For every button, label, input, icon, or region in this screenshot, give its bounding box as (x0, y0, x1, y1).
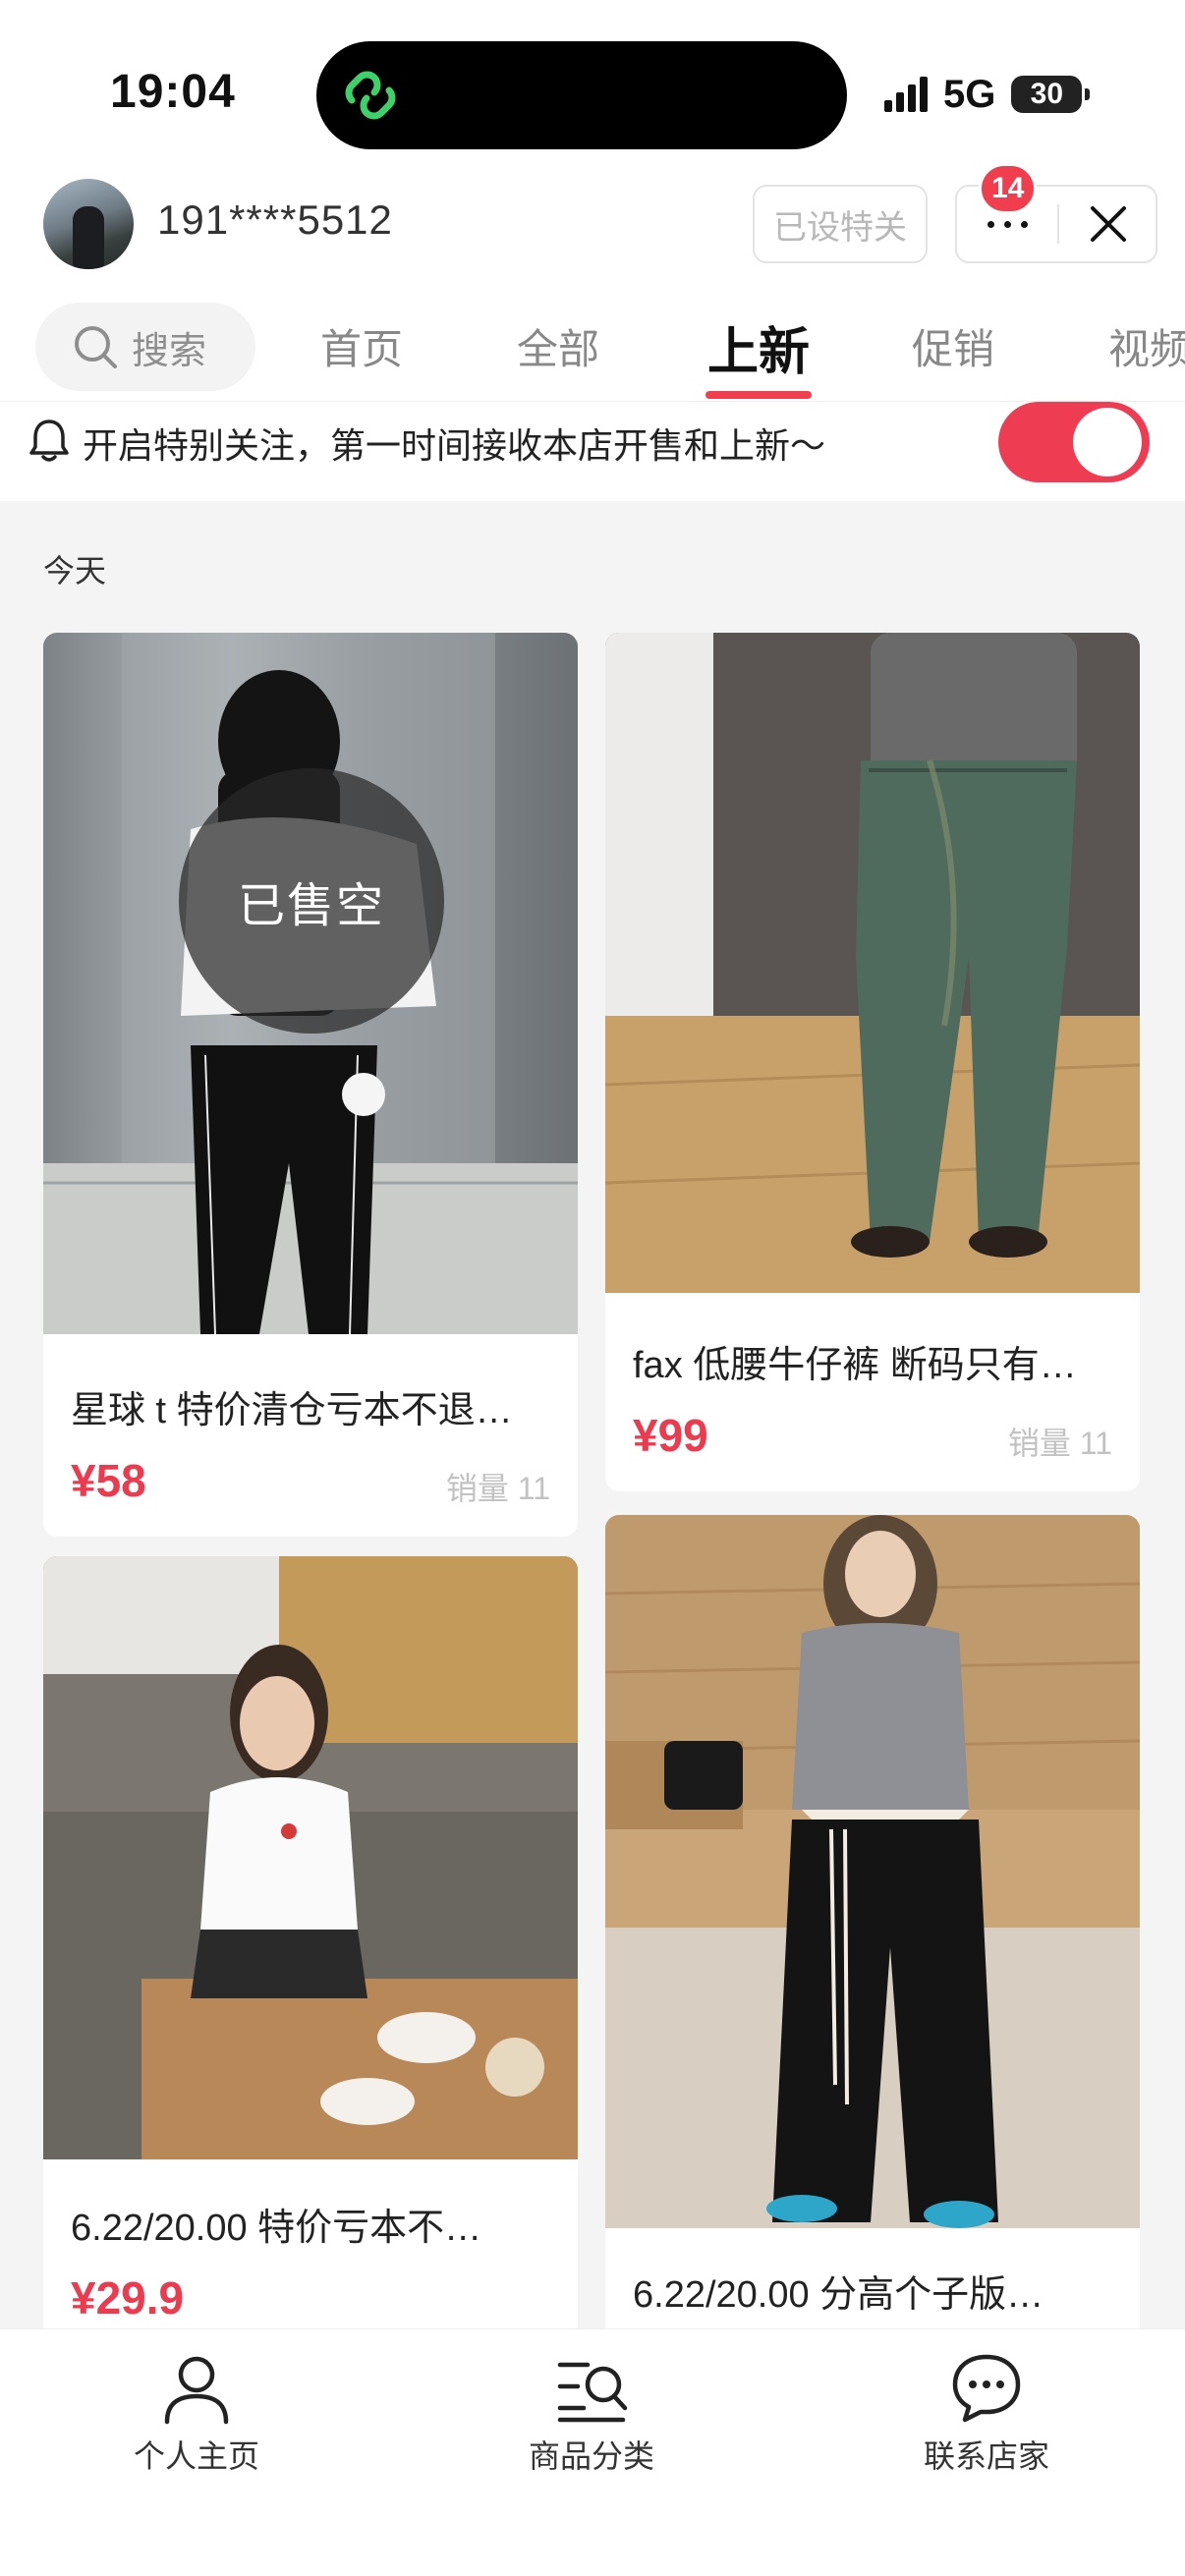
special-follow-toggle[interactable] (998, 402, 1150, 482)
nav-contact-seller[interactable]: 联系店家 (869, 2351, 1104, 2477)
search-label: 搜索 (132, 330, 207, 372)
notification-badge: 14 (979, 163, 1038, 214)
active-tab-indicator (705, 391, 812, 399)
product-price: ¥58 (71, 1455, 146, 1506)
tab-new-arrivals[interactable]: 上新 (707, 310, 810, 384)
more-icon (983, 215, 1033, 233)
close-icon (1091, 206, 1126, 242)
user-icon (164, 2356, 229, 2425)
search-button[interactable]: 搜索 (35, 303, 255, 391)
bell-icon (29, 420, 69, 462)
product-title: 6.22/20.00 特价亏本不… (71, 2208, 482, 2249)
product-image-3 (43, 1556, 578, 2159)
product-sales: 销量 11 (445, 1471, 550, 1506)
network-type: 5G (943, 72, 996, 116)
product-sales: 销量 11 (1007, 1426, 1112, 1461)
toggle-knob (1073, 408, 1142, 476)
product-photo-cafe (43, 1556, 578, 2159)
tab-bar: 搜索 首页 全部 上新 促销 视频 (0, 295, 1185, 403)
product-photo-wide-pants (605, 1515, 1140, 2228)
search-icon (75, 326, 117, 368)
sold-out-overlay: 已售空 (179, 768, 444, 1034)
product-image-2 (605, 633, 1140, 1293)
dynamic-island (316, 41, 847, 149)
avatar[interactable] (43, 179, 134, 269)
chat-icon (952, 2354, 1021, 2423)
section-label-today: 今天 (43, 553, 107, 588)
status-time: 19:04 (110, 66, 236, 118)
product-image-4 (605, 1515, 1140, 2228)
battery-level: 30 (1030, 78, 1064, 110)
signal-icon (884, 77, 928, 112)
product-card-3[interactable]: 6.22/20.00 特价亏本不… ¥29.9 (43, 1556, 578, 2328)
special-follow-button[interactable]: 已设特关 (753, 185, 928, 263)
link-icon (345, 71, 396, 120)
bottom-nav: 个人主页 商品分类 联系店家 (0, 2328, 1185, 2576)
tab-home[interactable]: 首页 (320, 316, 403, 376)
product-card-1[interactable]: 已售空 星球 t 特价清仓亏本不退… ¥58 销量 11 (43, 633, 578, 1537)
username: 191****5512 (157, 196, 393, 243)
product-price: ¥99 (633, 1410, 708, 1461)
product-title: fax 低腰牛仔裤 断码只有… (633, 1345, 1077, 1386)
nav-categories[interactable]: 商品分类 (474, 2351, 709, 2477)
close-button[interactable] (1059, 187, 1157, 261)
status-indicators: 5G 30 (884, 71, 1091, 118)
product-title: 星球 t 特价清仓亏本不退… (71, 1390, 513, 1431)
battery-icon: 30 (1011, 76, 1091, 113)
product-image-1: 已售空 (43, 633, 578, 1334)
status-bar: 19:04 5G 30 (0, 0, 1185, 157)
category-search-icon (557, 2362, 628, 2423)
tab-all[interactable]: 全部 (517, 316, 599, 376)
product-card-2[interactable]: fax 低腰牛仔裤 断码只有… ¥99 销量 11 (605, 633, 1140, 1491)
special-follow-banner: 开启特别关注，第一时间接收本店开售和上新～ (0, 401, 1185, 499)
nav-label: 商品分类 (528, 2438, 654, 2474)
tab-videos[interactable]: 视频 (1108, 316, 1185, 376)
product-feed[interactable]: 今天 已售空 星球 t 特价清仓亏本不退… ¥58 销量 11 fax 低腰牛仔… (0, 501, 1185, 2328)
nav-label: 个人主页 (133, 2438, 259, 2474)
nav-profile[interactable]: 个人主页 (79, 2351, 314, 2477)
product-price: ¥29.9 (71, 2272, 185, 2324)
tab-promotions[interactable]: 促销 (912, 316, 994, 376)
product-title: 6.22/20.00 分高个子版… (633, 2274, 1044, 2316)
product-card-4[interactable]: 6.22/20.00 分高个子版… (605, 1515, 1140, 2328)
nav-label: 联系店家 (923, 2438, 1049, 2474)
product-photo-jeans (605, 633, 1140, 1293)
banner-text: 开启特别关注，第一时间接收本店开售和上新～ (83, 425, 826, 466)
